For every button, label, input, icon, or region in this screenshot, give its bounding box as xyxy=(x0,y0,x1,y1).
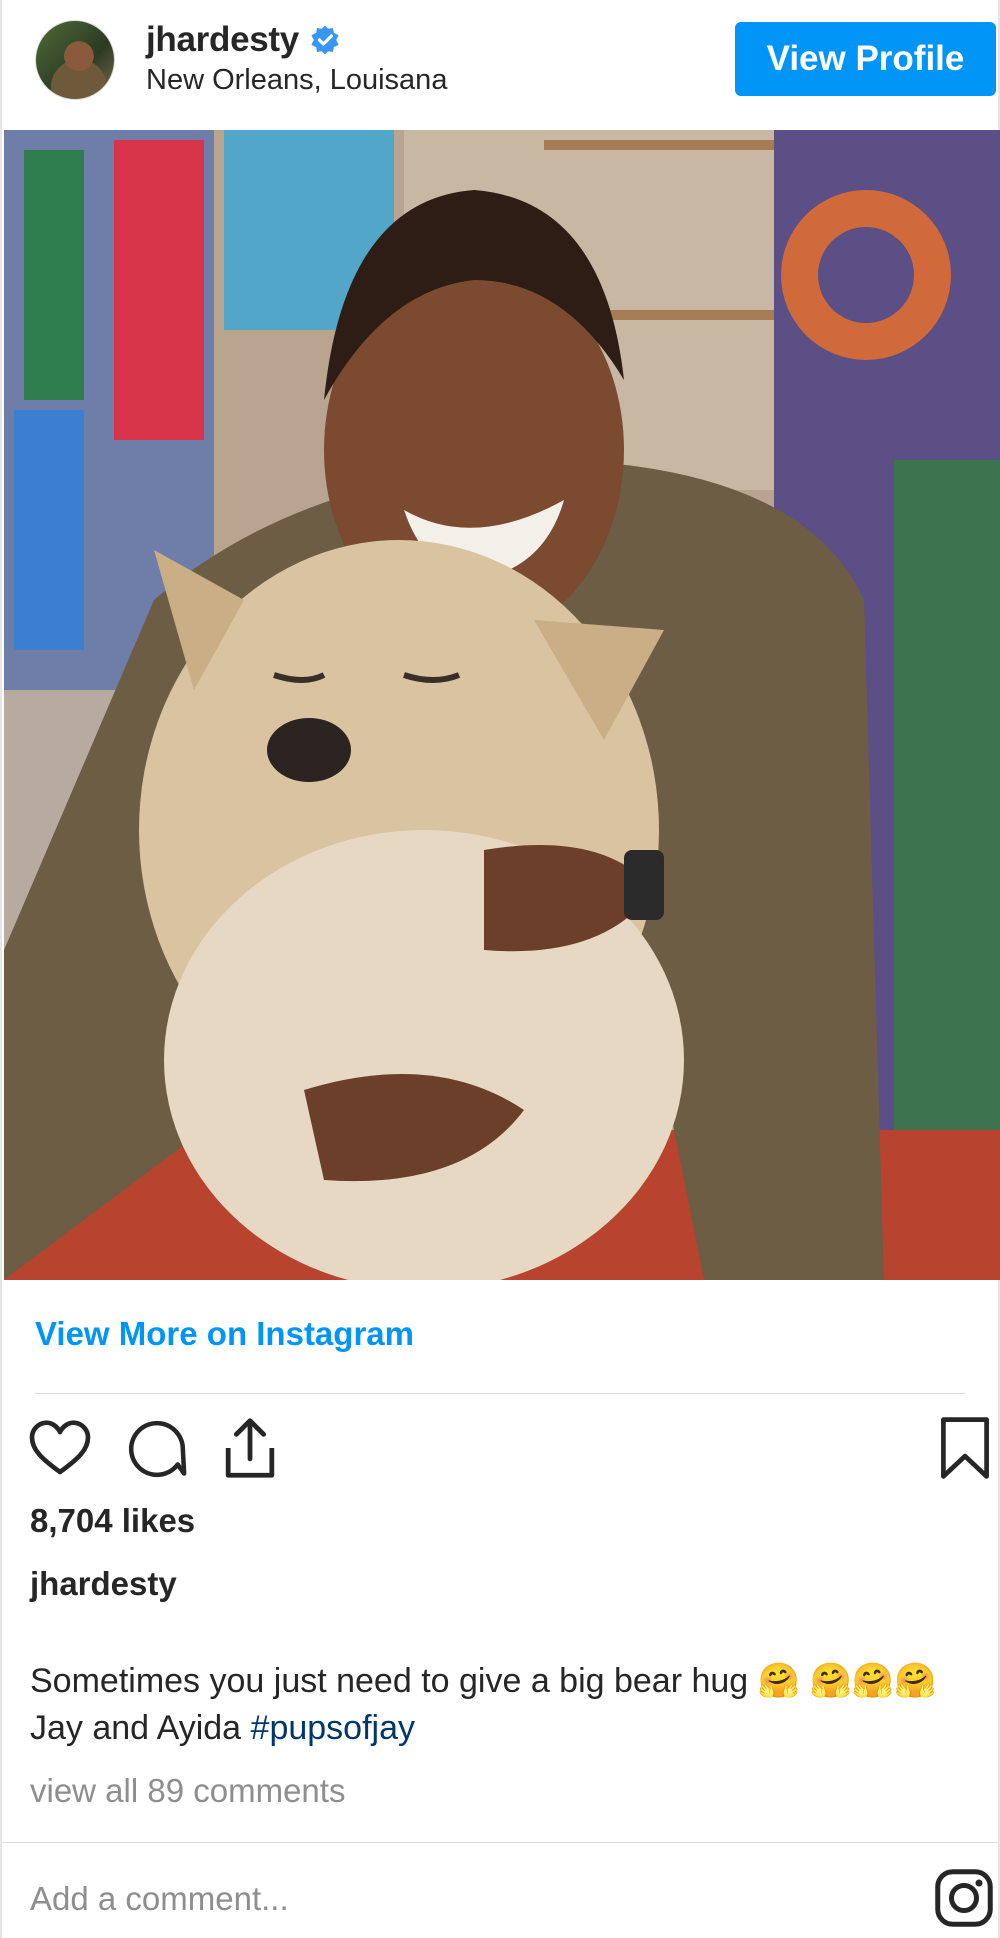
username-row: jhardesty xyxy=(146,20,341,60)
view-all-comments-link[interactable]: view all 89 comments xyxy=(30,1772,345,1810)
add-comment-input[interactable]: Add a comment... xyxy=(30,1880,289,1918)
post-photo[interactable] xyxy=(4,130,1000,1280)
likes-count[interactable]: 8,704 likes xyxy=(30,1502,195,1540)
hashtag-link[interactable]: #pupsofjay xyxy=(251,1709,415,1747)
caption: Sometimes you just need to give a big be… xyxy=(30,1658,990,1752)
avatar[interactable] xyxy=(35,20,115,100)
caption-text: Sometimes you just need to give a big be… xyxy=(30,1662,937,1747)
username-link[interactable]: jhardesty xyxy=(146,20,299,60)
divider xyxy=(2,1842,998,1843)
verified-badge-icon xyxy=(311,25,339,55)
instagram-embed-card: jhardesty New Orleans, Louisana View Pro… xyxy=(0,0,1000,1938)
photo-illustration xyxy=(4,130,1000,1280)
location-link[interactable]: New Orleans, Louisana xyxy=(146,64,447,97)
heart-icon[interactable] xyxy=(28,1418,92,1478)
post-header: jhardesty New Orleans, Louisana View Pro… xyxy=(2,0,998,130)
view-more-on-instagram-link[interactable]: View More on Instagram xyxy=(35,1315,414,1353)
divider xyxy=(35,1393,965,1394)
caption-username[interactable]: jhardesty xyxy=(30,1565,177,1603)
bookmark-icon[interactable] xyxy=(938,1415,992,1481)
comment-icon[interactable] xyxy=(126,1418,188,1480)
view-profile-button[interactable]: View Profile xyxy=(735,22,996,96)
share-icon[interactable] xyxy=(220,1415,280,1481)
instagram-logo-icon[interactable] xyxy=(934,1868,994,1928)
